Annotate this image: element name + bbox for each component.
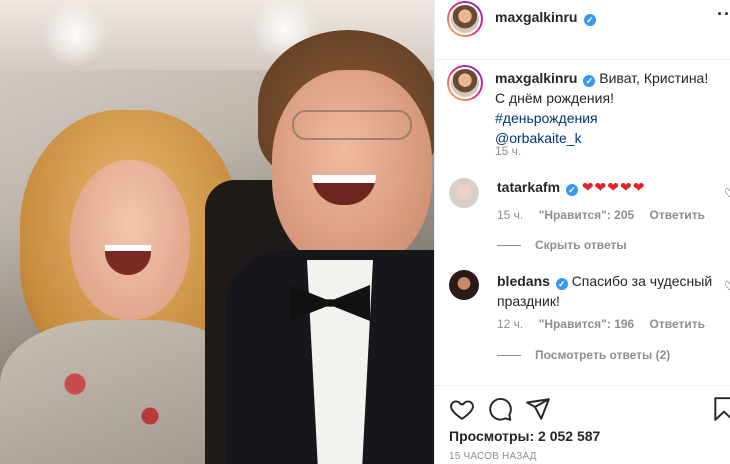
- post-sidebar: maxgalkinru ✓ ··· maxgalkinru ✓ Виват, К…: [434, 0, 730, 464]
- actions-bar: Просмотры: 2 052 587 15 ЧАСОВ НАЗАД: [435, 385, 730, 464]
- verified-badge-icon: ✓: [555, 278, 568, 290]
- post-timestamp[interactable]: 15 ЧАСОВ НАЗАД: [449, 451, 537, 462]
- woman-face: [70, 160, 190, 320]
- caption-mention[interactable]: @orbakaite_k: [495, 128, 715, 148]
- post-header: maxgalkinru ✓ ···: [435, 0, 730, 60]
- replies-label: Посмотреть ответы (2): [535, 348, 671, 362]
- comment: tatarkafm ✓ ❤❤❤❤❤: [497, 177, 717, 197]
- author-avatar[interactable]: [447, 1, 483, 37]
- man-face: [272, 70, 432, 270]
- verified-badge-icon: ✓: [583, 14, 596, 26]
- more-options-icon[interactable]: ···: [717, 4, 730, 25]
- reply-button[interactable]: Ответить: [650, 208, 705, 222]
- comment-likes[interactable]: "Нравится": 205: [539, 208, 635, 222]
- glasses: [292, 110, 412, 140]
- comment-time[interactable]: 12 ч.: [497, 317, 523, 331]
- caption-avatar[interactable]: [447, 65, 483, 101]
- share-icon[interactable]: [525, 396, 551, 422]
- heart-icon[interactable]: [449, 396, 475, 422]
- replies-divider: [497, 245, 521, 247]
- heart-outline-icon[interactable]: ♡: [724, 186, 730, 200]
- views-count[interactable]: Просмотры: 2 052 587: [449, 428, 600, 444]
- comment-username[interactable]: tatarkafm: [497, 179, 560, 195]
- post-photo[interactable]: [0, 0, 434, 464]
- comment-likes[interactable]: "Нравится": 196: [539, 317, 635, 331]
- toggle-replies-button[interactable]: Скрыть ответы: [497, 238, 627, 252]
- comment-time[interactable]: 15 ч.: [497, 208, 523, 222]
- heart-outline-icon[interactable]: ♡: [724, 279, 730, 293]
- comments-section: maxgalkinru ✓ Виват, Кристина! С днём ро…: [435, 60, 730, 390]
- light-glow: [40, 5, 110, 65]
- comment-meta: 12 ч. "Нравится": 196 Ответить: [497, 317, 717, 331]
- commenter-avatar[interactable]: [449, 178, 479, 208]
- commenter-avatar[interactable]: [449, 270, 479, 300]
- caption: maxgalkinru ✓ Виват, Кристина! С днём ро…: [495, 68, 715, 148]
- caption-hashtag[interactable]: #деньрождения: [495, 108, 715, 128]
- verified-badge-icon: ✓: [583, 75, 596, 87]
- comment-meta: 15 ч. "Нравится": 205 Ответить: [497, 208, 717, 222]
- comment-icon[interactable]: [487, 396, 513, 422]
- view-replies-button[interactable]: Посмотреть ответы (2): [497, 348, 670, 362]
- reply-button[interactable]: Ответить: [650, 317, 705, 331]
- comment-username[interactable]: bledans: [497, 273, 550, 289]
- author-username[interactable]: maxgalkinru: [495, 9, 577, 25]
- caption-username[interactable]: maxgalkinru: [495, 70, 577, 86]
- replies-divider: [497, 355, 521, 357]
- comment: bledans ✓ Спасибо за чудесный праздник!: [497, 271, 717, 311]
- bookmark-icon[interactable]: [711, 396, 730, 422]
- replies-label: Скрыть ответы: [535, 238, 627, 252]
- author-name-row: maxgalkinru ✓: [495, 9, 596, 27]
- verified-badge-icon: ✓: [565, 184, 578, 196]
- caption-time[interactable]: 15 ч.: [495, 144, 521, 158]
- comment-text: ❤❤❤❤❤: [581, 179, 646, 195]
